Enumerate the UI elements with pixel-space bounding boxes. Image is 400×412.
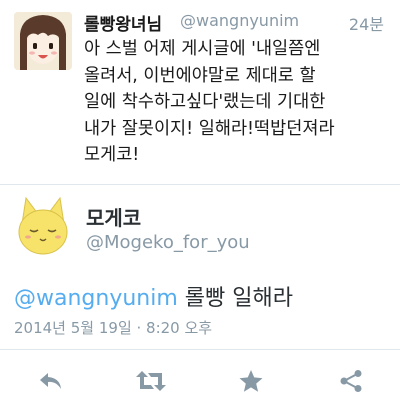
tweet-text-line: 올려서, 이번에야말로 제대로 할 [84, 65, 316, 86]
reply-author-name[interactable]: 모게코 [86, 202, 141, 231]
reply-text: @wangnyunim 롤빵 일해라 [14, 280, 293, 312]
original-tweet[interactable]: 롤빵왕녀님 @wangnyunim 24분 아 스벌 어제 게시글에 '내일쯤엔… [0, 0, 400, 184]
reply-icon [40, 373, 61, 389]
action-bar [0, 350, 400, 412]
tweet-detail-page: 롤빵왕녀님 @wangnyunim 24분 아 스벌 어제 게시글에 '내일쯤엔… [0, 0, 400, 412]
tweet-text: 아 스벌 어제 게시글에 '내일쯤엔 올려서, 이번에야말로 제대로 할 일에 … [84, 36, 384, 169]
author-name[interactable]: 롤빵왕녀님 [84, 10, 162, 35]
author-handle[interactable]: @wangnyunim [180, 11, 299, 30]
reply-button[interactable] [34, 364, 68, 398]
retweet-icon [136, 371, 166, 391]
reply-timestamp: 2014년 5월 19일 · 8:20 오후 [14, 319, 213, 337]
tweet-text-line: 일에 착수하고싶다'랬는데 기대한 [84, 92, 326, 112]
reply-body: 롤빵 일해라 [177, 286, 293, 311]
avatar[interactable] [14, 12, 72, 70]
divider [0, 184, 400, 185]
reply-author-handle[interactable]: @Mogeko_for_you [86, 232, 250, 253]
favorite-icon [239, 370, 263, 392]
tweet-header: 롤빵왕녀님 @wangnyunim 24분 [84, 10, 384, 36]
favorite-button[interactable] [234, 364, 268, 398]
cat-avatar-image [18, 196, 68, 255]
tweet-time: 24분 [348, 15, 384, 34]
avatar-image [14, 12, 72, 70]
retweet-button[interactable] [134, 364, 168, 398]
reply-avatar[interactable] [14, 194, 72, 258]
tweet-text-line: 모게코! [84, 145, 140, 165]
share-icon [340, 370, 362, 392]
tweet-text-line: 내가 잘못이지! 일해라!떡밥던져라 [84, 118, 335, 139]
share-button[interactable] [334, 364, 368, 398]
tweet-text-line: 아 스벌 어제 게시글에 '내일쯤엔 [84, 39, 321, 59]
mention-link[interactable]: @wangnyunim [14, 286, 178, 311]
